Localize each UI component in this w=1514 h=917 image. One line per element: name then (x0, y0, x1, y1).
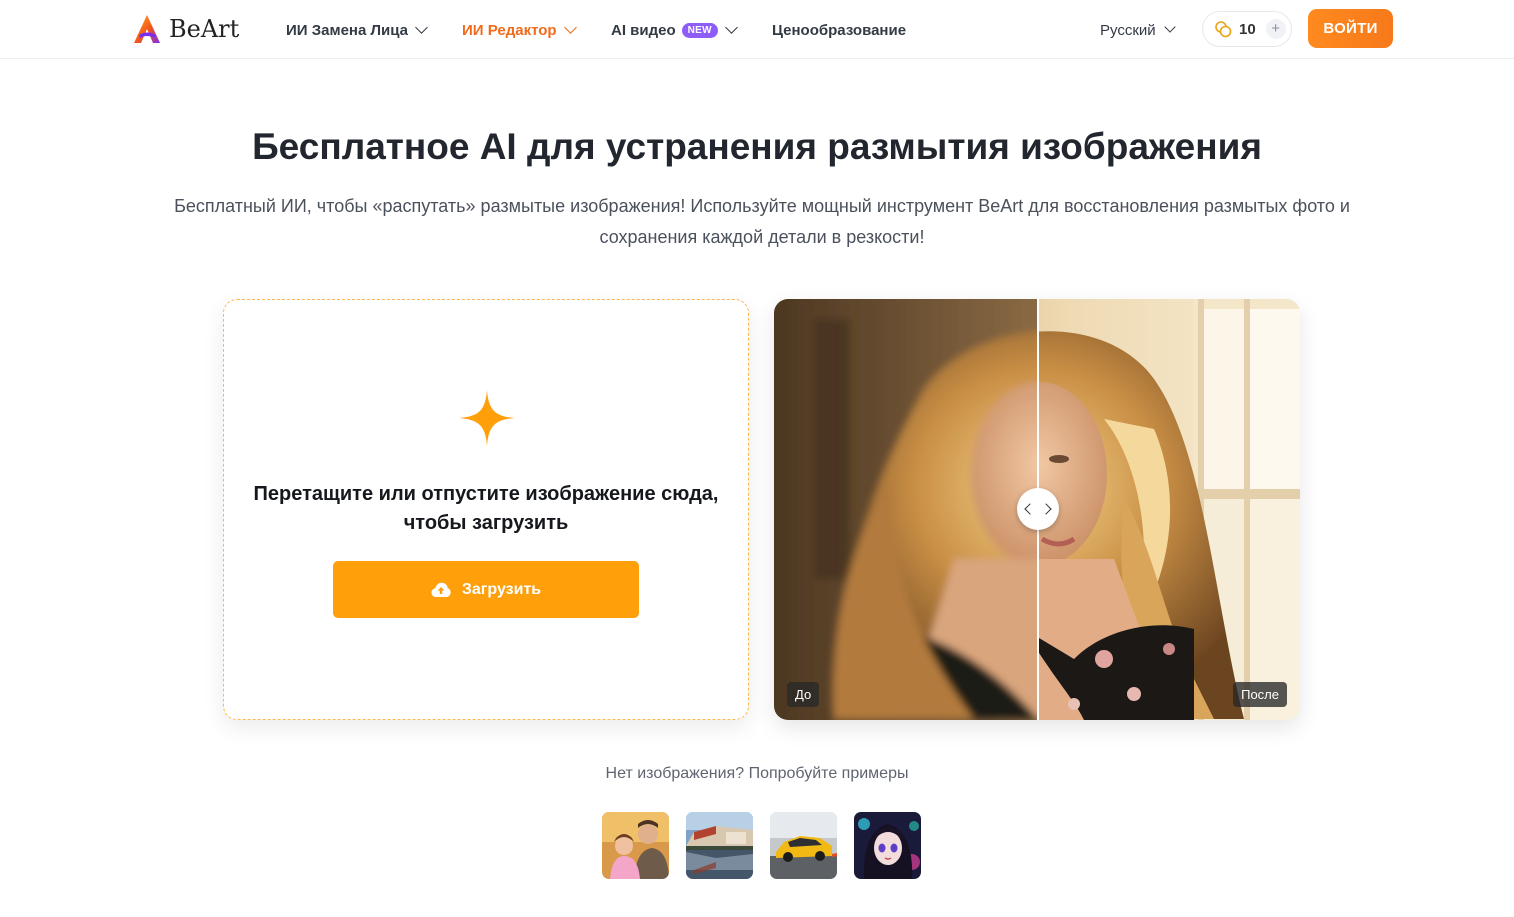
coins-icon (1215, 21, 1232, 38)
anime-girl-thumbnail (854, 812, 921, 879)
chevron-left-icon (1024, 503, 1036, 515)
sample-images (602, 812, 921, 879)
after-label: После (1233, 682, 1287, 707)
sample-street-reflection[interactable] (686, 812, 753, 879)
before-after-comparison[interactable]: До После (774, 299, 1300, 720)
yellow-sports-car-thumbnail (770, 812, 837, 879)
nav-pricing-label: Ценообразование (772, 21, 907, 39)
login-button[interactable]: ВОЙТИ (1308, 9, 1393, 48)
page-subtitle: Бесплатный ИИ, чтобы «распутать» размыты… (174, 196, 1350, 247)
nav-ai-editor[interactable]: ИИ Редактор (462, 18, 577, 42)
cloud-upload-icon (431, 582, 451, 597)
language-label: Русский (1100, 21, 1156, 39)
comparison-slider-handle[interactable] (1017, 488, 1059, 530)
nav-ai-editor-label: ИИ Редактор (462, 21, 557, 39)
upload-button[interactable]: Загрузить (333, 561, 639, 618)
brand-name: BeArt (169, 15, 240, 43)
chevron-right-icon (1040, 503, 1052, 515)
sample-yellow-sports-car[interactable] (770, 812, 837, 879)
nav-face-swap[interactable]: ИИ Замена Лица (286, 18, 428, 42)
add-credits-button[interactable]: + (1265, 19, 1286, 39)
brand-logo-icon (134, 15, 160, 43)
sample-anime-girl[interactable] (854, 812, 921, 879)
nav-face-swap-label: ИИ Замена Лица (286, 21, 408, 39)
brand-logo[interactable]: BeArt (131, 12, 239, 46)
nav-ai-video[interactable]: AI видео NEW (611, 18, 738, 42)
credits-widget[interactable]: 10 + (1202, 11, 1292, 47)
nav-pricing[interactable]: Ценообразование (772, 18, 906, 42)
chevron-down-icon (563, 20, 577, 34)
before-label: До (787, 682, 820, 707)
sparkle-icon (459, 390, 515, 446)
upload-button-label: Загрузить (461, 580, 542, 598)
family-photo-thumbnail (602, 812, 669, 879)
language-selector[interactable]: Русский (1100, 18, 1176, 42)
chevron-down-icon (1164, 21, 1176, 33)
new-badge: NEW (681, 22, 718, 38)
top-navbar: BeArt ИИ Замена Лица ИИ Редактор AI виде… (0, 0, 1514, 59)
upload-dropzone[interactable]: Перетащите или отпустите изображение сюд… (223, 299, 749, 720)
credits-count: 10 (1239, 20, 1256, 38)
street-reflection-thumbnail (686, 812, 753, 879)
chevron-down-icon (725, 20, 738, 34)
upload-hint: Перетащите или отпустите изображение сюд… (253, 483, 719, 534)
chevron-down-icon (415, 20, 428, 34)
sample-family-photo[interactable] (602, 812, 669, 879)
nav-ai-video-label: AI видео (611, 21, 676, 39)
samples-label: Нет изображения? Попробуйте примеры (605, 765, 909, 782)
page-title: Бесплатное AI для устранения размытия из… (252, 126, 1262, 167)
